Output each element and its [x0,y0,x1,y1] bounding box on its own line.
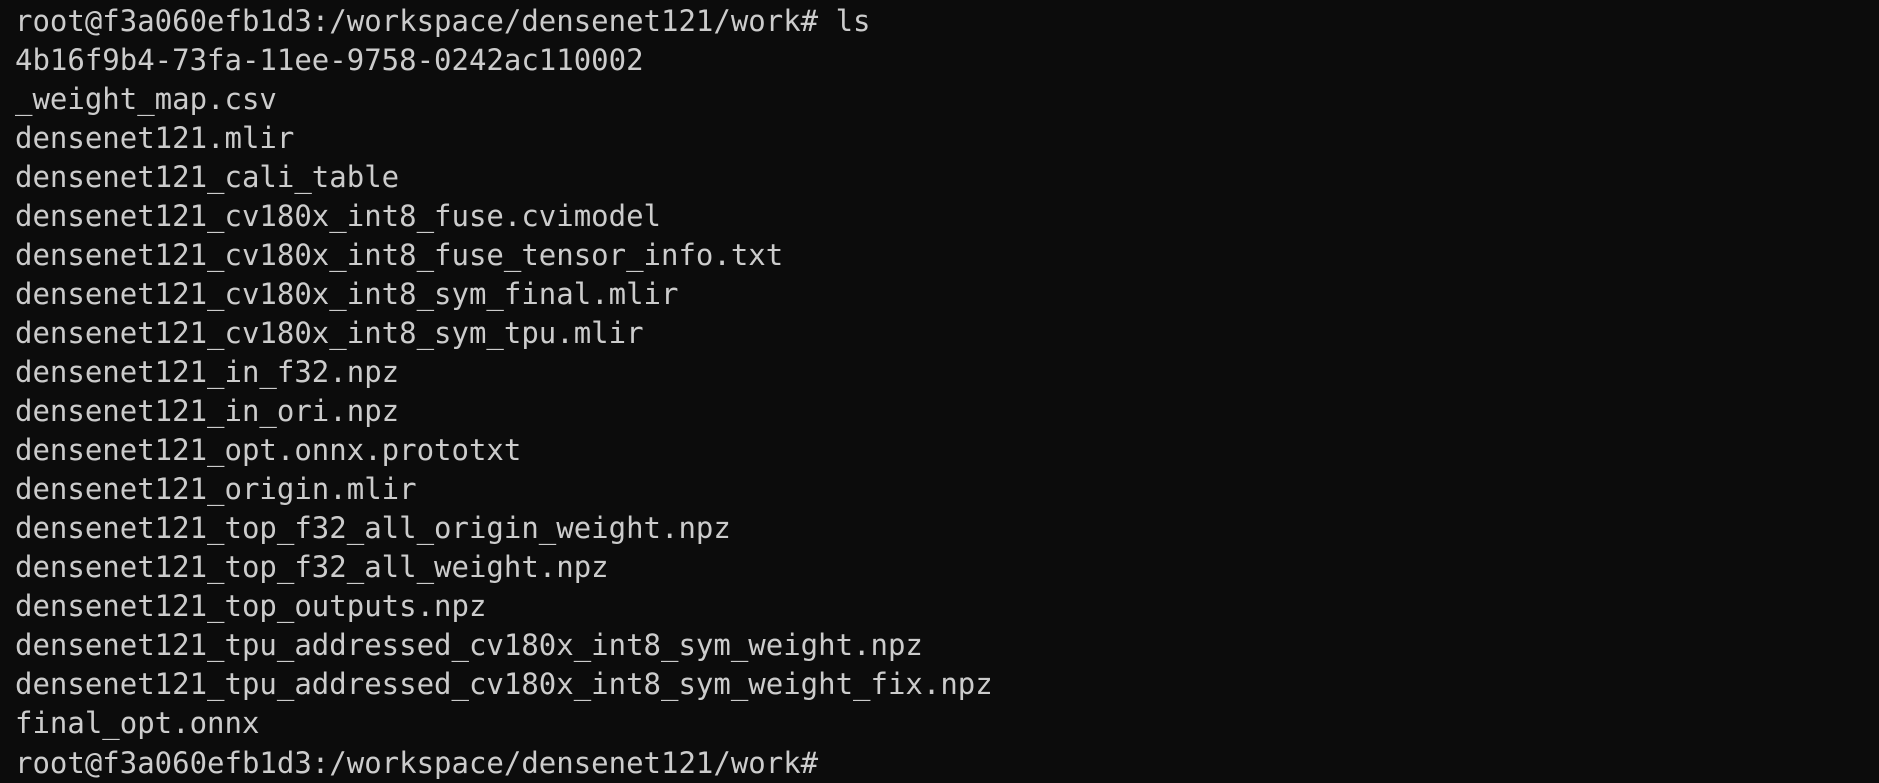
shell-prompt: root@f3a060efb1d3:/workspace/densenet121… [15,746,819,780]
output-line-file: 4b16f9b4-73fa-11ee-9758-0242ac110002 [15,43,644,77]
output-line-file: densenet121_cv180x_int8_fuse.cvimodel [15,199,662,233]
output-line-file: densenet121_cv180x_int8_fuse_tensor_info… [15,238,784,272]
output-line-file: densenet121_in_f32.npz [15,355,400,389]
output-line-file: densenet121_tpu_addressed_cv180x_int8_sy… [15,667,993,701]
output-line-file: densenet121_in_ori.npz [15,394,400,428]
output-line-file: densenet121_opt.onnx.prototxt [15,433,522,467]
output-line-file: densenet121_top_f32_all_weight.npz [15,550,609,584]
command-line: root@f3a060efb1d3:/workspace/densenet121… [15,2,1879,41]
output-line-file: densenet121_cv180x_int8_sym_final.mlir [15,277,679,311]
output-line-file: densenet121_top_outputs.npz [15,589,487,623]
output-line-file: densenet121_cali_table [15,160,400,194]
output-line-file: densenet121.mlir [15,121,295,155]
output-line-file: densenet121_tpu_addressed_cv180x_int8_sy… [15,628,923,662]
command-text: ls [818,4,871,38]
output-line-file: densenet121_cv180x_int8_sym_tpu.mlir [15,316,644,350]
terminal-window[interactable]: root@f3a060efb1d3:/workspace/densenet121… [0,0,1879,781]
shell-prompt: root@f3a060efb1d3:/workspace/densenet121… [15,4,819,38]
output-line-file: final_opt.onnx [15,706,260,740]
output-line-file: densenet121_origin.mlir [15,472,417,506]
output-line-file: densenet121_top_f32_all_origin_weight.np… [15,511,731,545]
active-prompt-line[interactable]: root@f3a060efb1d3:/workspace/densenet121… [15,743,1879,782]
output-line-file: _weight_map.csv [15,82,277,116]
